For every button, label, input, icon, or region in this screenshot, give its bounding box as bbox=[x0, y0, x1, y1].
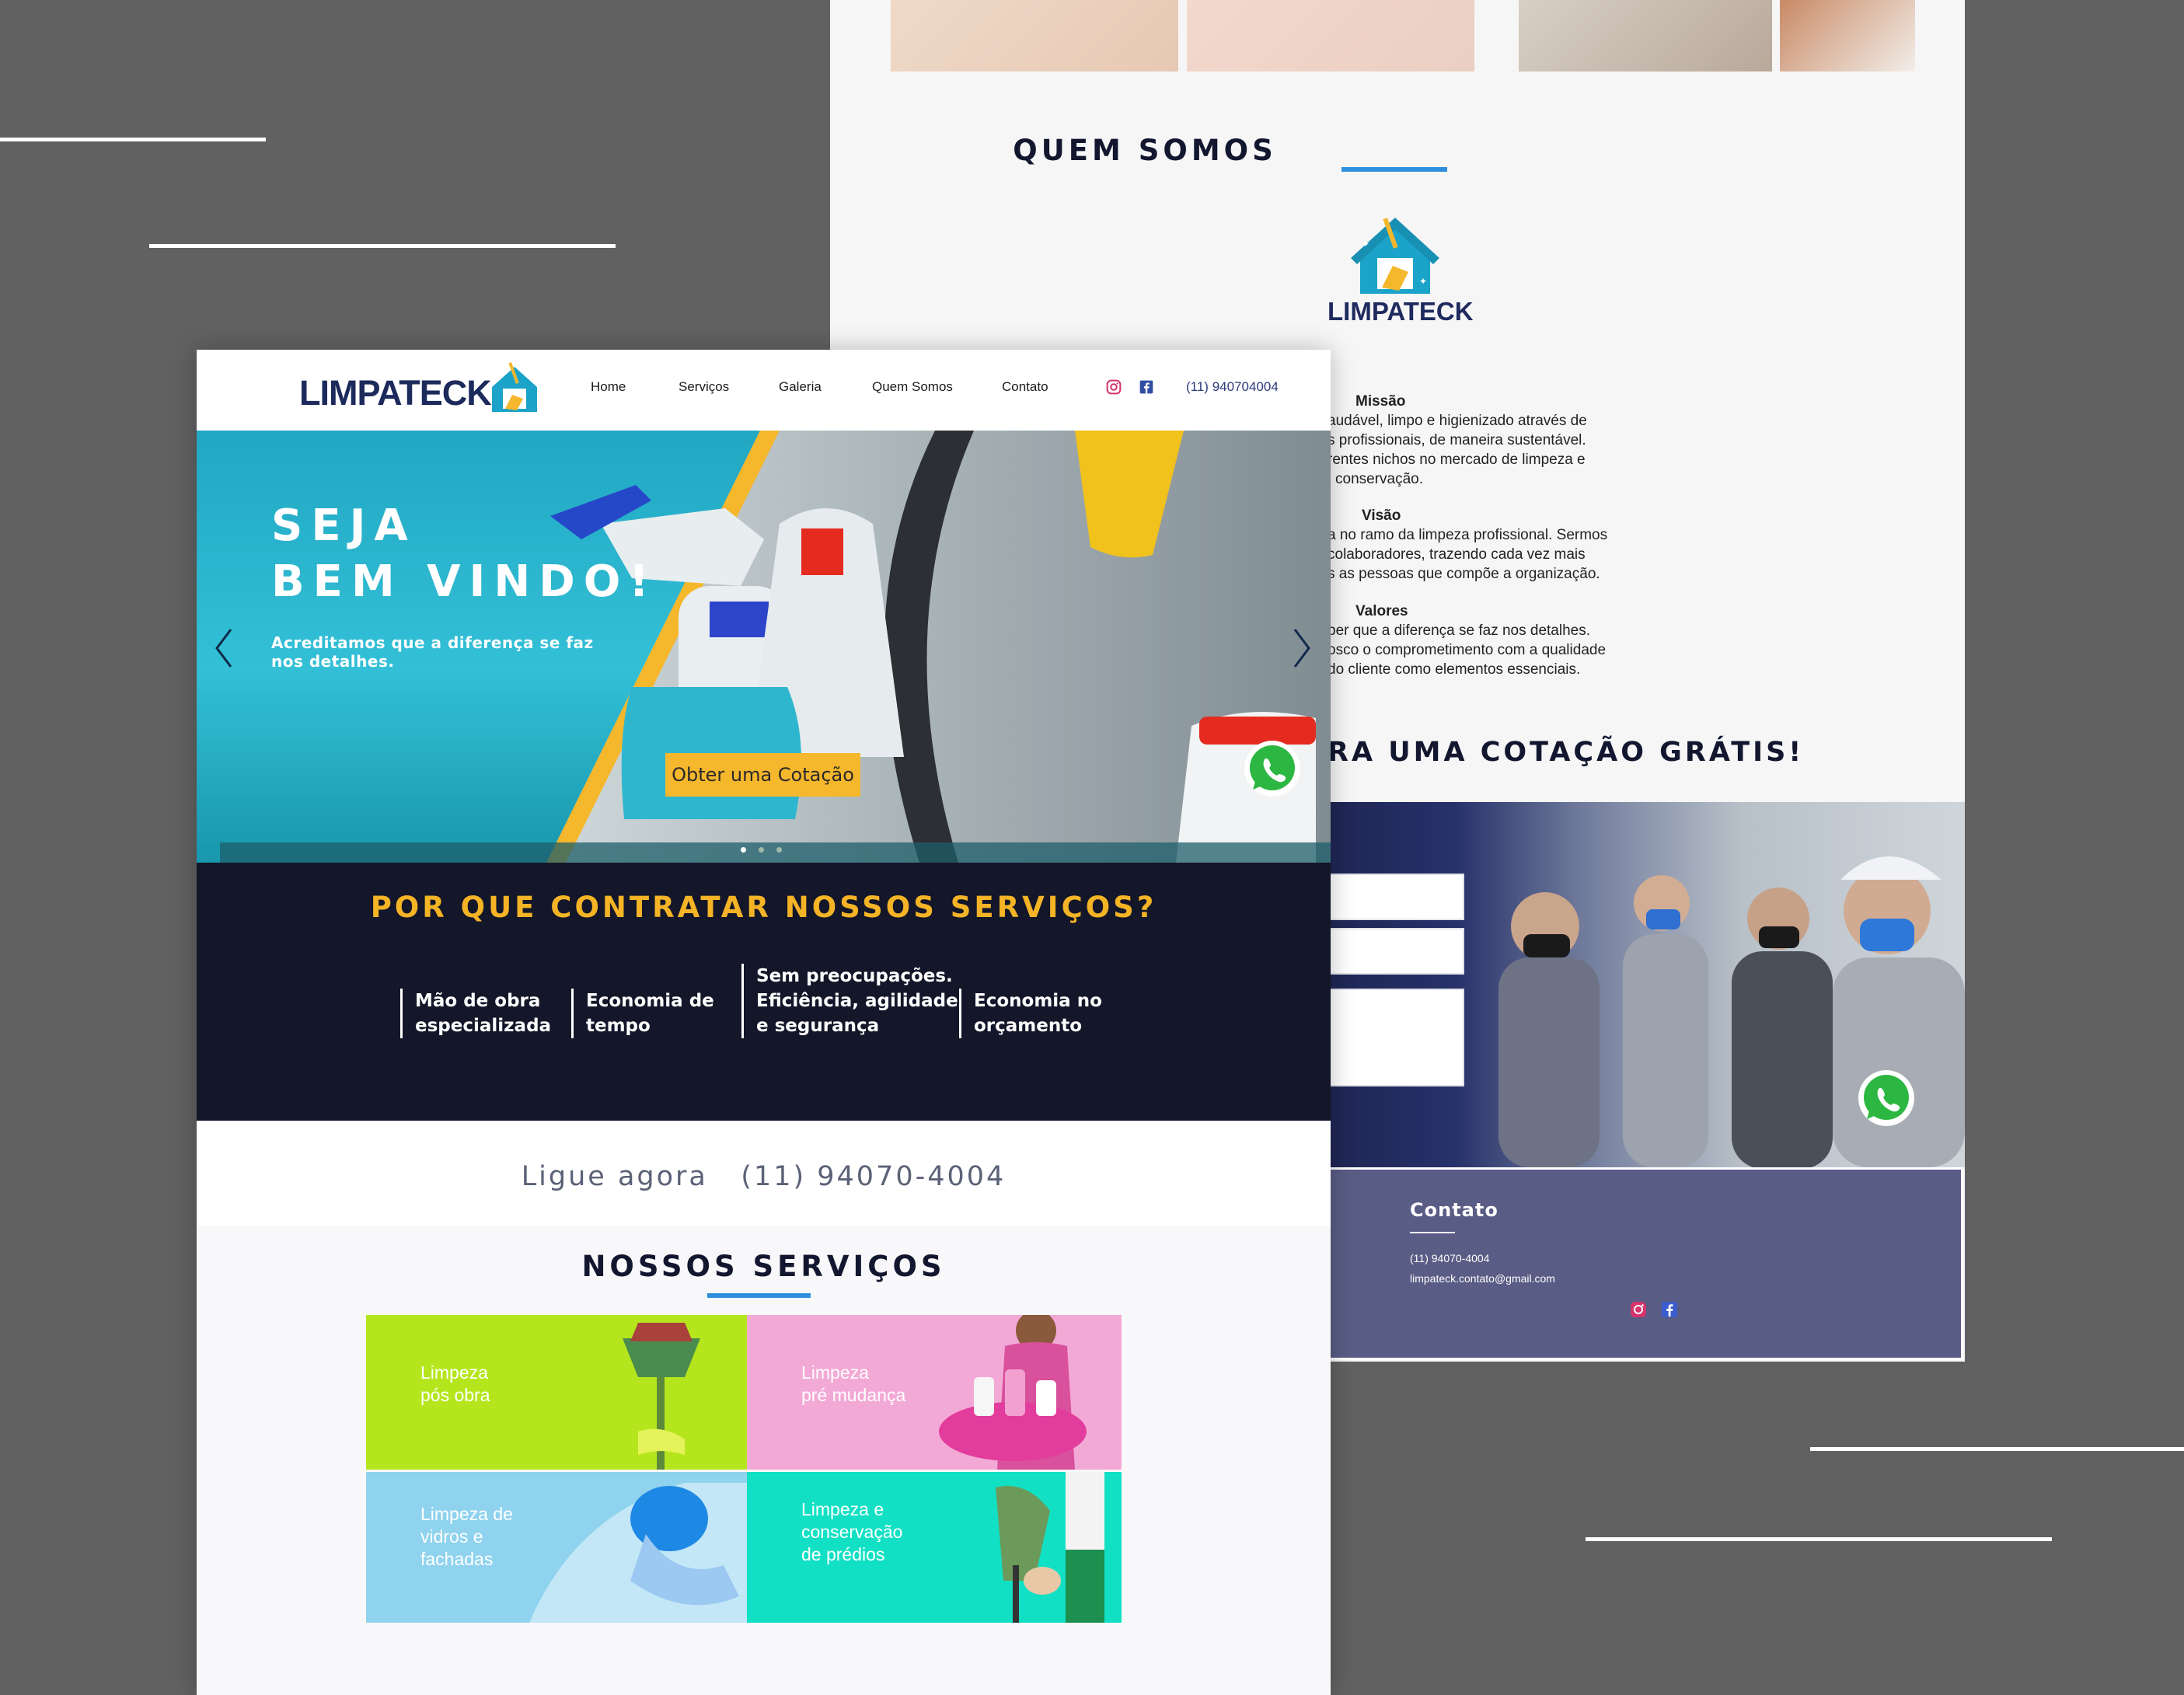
logo-text[interactable]: LIMPATECK bbox=[299, 373, 492, 413]
hero-subtitle: Acreditamos que a diferença se faz nos d… bbox=[271, 633, 594, 671]
service-tile-pre-mudanca[interactable]: Limpeza pré mudança bbox=[747, 1315, 1122, 1470]
quote-section-team-photo bbox=[1327, 802, 1965, 1167]
quote-message-textarea[interactable] bbox=[1327, 989, 1464, 1086]
call-now[interactable]: Ligue agora (11) 94070-4004 bbox=[197, 1161, 1331, 1192]
contact-title: Contato bbox=[1410, 1199, 1498, 1221]
service-tile-label: Limpeza e conservação de prédios bbox=[801, 1499, 903, 1564]
slide-dot-1[interactable] bbox=[741, 847, 746, 853]
service-tile-conservacao-predios[interactable]: Limpeza e conservação de prédios bbox=[747, 1472, 1122, 1623]
quote-email-input[interactable] bbox=[1327, 928, 1464, 975]
why-item-line: Sem preocupações. bbox=[756, 966, 953, 986]
front-page-screenshot: LIMPATECK Home Serviços Galeria Quem Som… bbox=[197, 350, 1331, 1695]
get-quote-button[interactable]: Obter uma Cotação bbox=[665, 753, 860, 797]
prev-slide-arrow-icon[interactable] bbox=[212, 625, 235, 671]
contact-underline bbox=[1410, 1232, 1455, 1233]
contact-email[interactable]: limpateck.contato@gmail.com bbox=[1410, 1272, 1555, 1285]
instagram-icon[interactable] bbox=[1106, 379, 1122, 395]
gallery-image[interactable] bbox=[1780, 0, 1915, 71]
mop-icon bbox=[996, 1472, 1104, 1623]
why-item: Economia de tempo bbox=[571, 989, 714, 1038]
about-title: QUEM SOMOS bbox=[1013, 134, 1277, 167]
logo-text: LIMPATECK bbox=[1327, 297, 1474, 326]
gallery-image[interactable] bbox=[891, 0, 1178, 71]
facebook-icon[interactable] bbox=[1660, 1300, 1679, 1319]
why-item-line: Economia de bbox=[586, 991, 714, 1011]
service-tile-pos-obra[interactable]: Limpeza pós obra bbox=[366, 1315, 747, 1470]
services-title: NOSSOS SERVIÇOS bbox=[581, 1250, 946, 1283]
footer-contact: Contato (11) 94070-4004 limpateck.contat… bbox=[1327, 1167, 1963, 1360]
slide-dot-2[interactable] bbox=[759, 847, 764, 853]
hero-slideshow: SEJA BEM VINDO! Acreditamos que a difere… bbox=[197, 431, 1331, 863]
next-slide-arrow-icon[interactable] bbox=[1290, 625, 1314, 671]
instagram-icon[interactable] bbox=[1629, 1300, 1648, 1319]
contact-phone[interactable]: (11) 94070-4004 bbox=[1410, 1252, 1489, 1264]
quote-name-input[interactable] bbox=[1327, 874, 1464, 920]
sponge-hand-icon bbox=[529, 1483, 747, 1623]
nav-home[interactable]: Home bbox=[591, 379, 626, 395]
limpateck-logo-icon[interactable] bbox=[484, 359, 545, 420]
whatsapp-icon[interactable] bbox=[1856, 1068, 1917, 1128]
service-tile-label: Limpeza pós obra bbox=[420, 1362, 490, 1405]
svg-text:✦: ✦ bbox=[1362, 239, 1369, 249]
cleaning-supplies-icon bbox=[939, 1315, 1087, 1470]
why-item-line: tempo bbox=[586, 1016, 651, 1036]
decor-line bbox=[149, 244, 616, 248]
nav-galeria[interactable]: Galeria bbox=[779, 379, 822, 395]
why-item: Sem preocupações. Eficiência, agilidade … bbox=[741, 964, 958, 1038]
decor-line bbox=[1810, 1447, 2184, 1451]
title-underline bbox=[1341, 167, 1447, 172]
broom-icon bbox=[623, 1323, 700, 1470]
hero-title-line2: BEM VINDO! bbox=[271, 556, 658, 607]
nav-quem-somos[interactable]: Quem Somos bbox=[872, 379, 953, 395]
why-hire-section: POR QUE CONTRATAR NOSSOS SERVIÇOS? Mão d… bbox=[197, 863, 1331, 1121]
decor-line bbox=[0, 138, 266, 141]
why-item-line: orçamento bbox=[974, 1016, 1083, 1036]
service-tile-label: Limpeza pré mudança bbox=[801, 1362, 906, 1405]
nav-contato[interactable]: Contato bbox=[1002, 379, 1048, 395]
title-underline bbox=[707, 1293, 811, 1298]
gallery-image[interactable] bbox=[1519, 0, 1772, 71]
why-item: Mão de obra especializada bbox=[400, 989, 551, 1038]
site-header: LIMPATECK Home Serviços Galeria Quem Som… bbox=[197, 350, 1331, 431]
facebook-icon[interactable] bbox=[1139, 379, 1154, 395]
header-phone[interactable]: (11) 940704004 bbox=[1186, 379, 1279, 395]
nav-servicos[interactable]: Serviços bbox=[679, 379, 729, 395]
decor-line bbox=[1586, 1537, 2052, 1541]
call-phone[interactable]: (11) 94070-4004 bbox=[741, 1161, 1006, 1192]
call-label: Ligue agora bbox=[521, 1161, 708, 1192]
svg-text:✦: ✦ bbox=[1419, 276, 1427, 287]
service-tile-label: Limpeza de vidros e fachadas bbox=[420, 1504, 513, 1569]
slide-dot-3[interactable] bbox=[776, 847, 782, 853]
why-item: Economia no orçamento bbox=[959, 989, 1102, 1038]
why-item-line: e segurança bbox=[756, 1016, 880, 1036]
why-item-line: Eficiência, agilidade bbox=[756, 991, 958, 1011]
why-item-line: especializada bbox=[415, 1016, 552, 1036]
service-tile-vidros-fachadas[interactable]: Limpeza de vidros e fachadas bbox=[366, 1472, 747, 1623]
whatsapp-icon[interactable] bbox=[1242, 738, 1303, 799]
why-item-line: Mão de obra bbox=[415, 991, 541, 1011]
why-title: POR QUE CONTRATAR NOSSOS SERVIÇOS? bbox=[370, 891, 1157, 924]
why-item-line: Economia no bbox=[974, 991, 1102, 1011]
quote-title: RA UMA COTAÇÃO GRÁTIS! bbox=[1327, 737, 1805, 768]
gallery-image[interactable] bbox=[1187, 0, 1474, 71]
hero-title-line1: SEJA bbox=[271, 500, 417, 551]
